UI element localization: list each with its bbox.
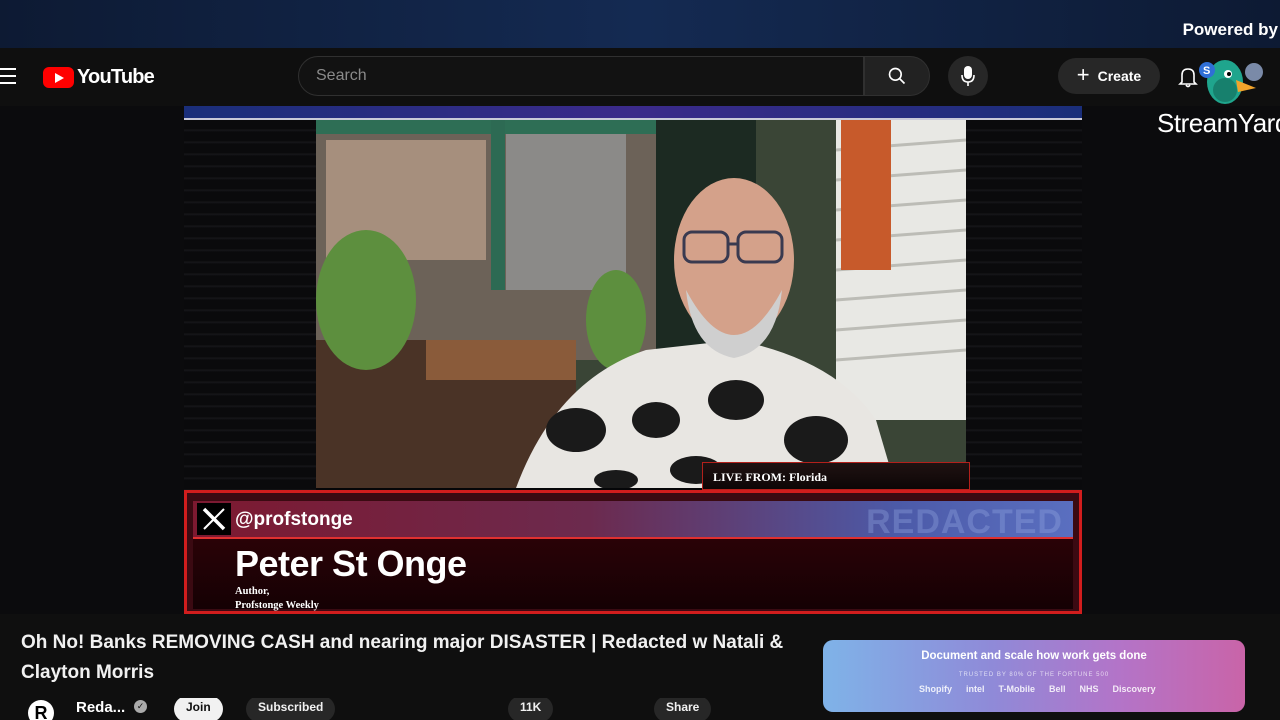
- webcam-feed: [316, 120, 966, 488]
- ad-logo: Bell: [1049, 684, 1066, 694]
- youtube-header: YouTube + Create: [0, 48, 1280, 106]
- youtube-play-icon: [43, 67, 74, 88]
- channel-avatar[interactable]: R: [28, 700, 54, 720]
- menu-icon[interactable]: [0, 68, 16, 84]
- plus-icon: +: [1076, 62, 1090, 87]
- streamyard-mascot-icon: S: [1199, 60, 1263, 104]
- ad-subline: TRUSTED BY 80% OF THE FORTUNE 500: [958, 672, 1110, 678]
- lower-third: @profstonge REDACTED Peter St Onge Autho…: [184, 490, 1082, 614]
- video-title: Oh No! Banks REMOVING CASH and nearing m…: [21, 632, 784, 683]
- ad-logo: intel: [966, 684, 985, 694]
- search-icon: [888, 67, 906, 85]
- redacted-watermark: REDACTED: [866, 503, 1063, 541]
- share-button[interactable]: Share: [654, 698, 712, 720]
- guest-name: Peter St Onge: [235, 543, 467, 584]
- guest-role: Author, Profstonge Weekly: [235, 585, 319, 613]
- powered-by-text: Powered by: [1182, 20, 1278, 39]
- like-button[interactable]: 11K: [508, 698, 554, 720]
- ad-logo: NHS: [1079, 684, 1099, 694]
- channel-row: R Reda... ✓ Join Subscribed 11K Share: [28, 698, 808, 720]
- name-panel: Peter St Onge Author, Profstonge Weekly: [193, 539, 1073, 611]
- svg-text:S: S: [1203, 65, 1210, 77]
- streamyard-brand: StreamYard: [1157, 108, 1280, 138]
- live-from-tag: LIVE FROM: Florida: [702, 462, 970, 490]
- left-background-panel: [184, 120, 316, 500]
- right-background-panel: [966, 120, 1082, 500]
- handle-bar: @profstonge REDACTED: [193, 501, 1073, 541]
- microphone-icon: [961, 66, 975, 86]
- video-details: Oh No! Banks REMOVING CASH and nearing m…: [0, 614, 1280, 720]
- ad-logo: T-Mobile: [998, 684, 1036, 694]
- channel-name[interactable]: Reda...: [76, 699, 125, 716]
- ad-banner[interactable]: Document and scale how work gets done TR…: [823, 640, 1245, 712]
- ad-headline: Document and scale how work gets done: [921, 650, 1147, 662]
- search-input[interactable]: [299, 57, 873, 95]
- video-top-stripe: [184, 106, 1082, 120]
- ad-logo: Discovery: [1112, 684, 1156, 694]
- x-handle: @profstonge: [235, 509, 353, 530]
- create-button[interactable]: + Create: [1058, 58, 1160, 94]
- create-label: Create: [1097, 68, 1142, 84]
- ad-logo: Shopify: [919, 684, 952, 694]
- ad-logos: Shopify intel T-Mobile Bell NHS Discover…: [919, 684, 1156, 694]
- video-player[interactable]: LIVE FROM: Florida @profstonge REDACTED …: [184, 106, 1082, 614]
- stream-top-frame: Powered by: [0, 0, 1280, 48]
- verified-icon: ✓: [134, 700, 147, 713]
- voice-search-button[interactable]: [948, 56, 988, 96]
- guest-role-line1: Author,: [235, 586, 270, 597]
- youtube-logo[interactable]: YouTube: [43, 66, 155, 89]
- search-box: [298, 56, 873, 96]
- youtube-logo-text: YouTube: [77, 66, 155, 88]
- guest-role-line2: Profstonge Weekly: [235, 600, 319, 611]
- join-button[interactable]: Join: [174, 698, 223, 720]
- x-logo-icon: [197, 503, 231, 535]
- subscribe-button[interactable]: Subscribed: [246, 698, 336, 720]
- search-button[interactable]: [864, 56, 930, 96]
